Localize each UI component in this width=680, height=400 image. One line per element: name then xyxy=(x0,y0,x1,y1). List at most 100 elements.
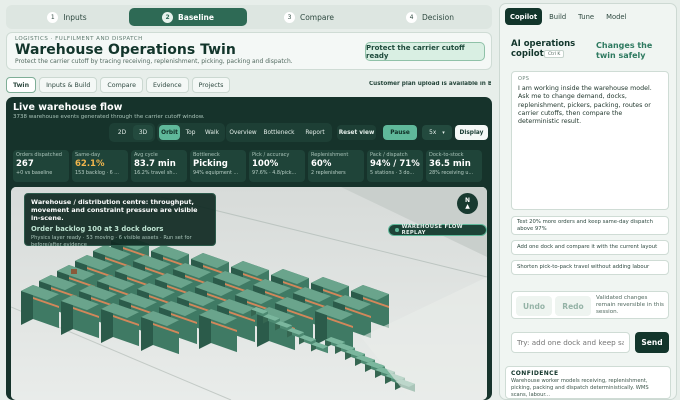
camera-walk-button[interactable]: Walk xyxy=(201,125,223,140)
tab-twin[interactable]: Twin xyxy=(6,77,37,93)
live-flow-panel: Live warehouse flow 3738 warehouse event… xyxy=(6,97,492,400)
metric-label: Bottleneck xyxy=(193,152,220,158)
page-header: LOGISTICS · FULFILMENT AND DISPATCH Ware… xyxy=(6,32,492,70)
undo-button[interactable]: Undo xyxy=(516,296,552,316)
chevron-down-icon: ▾ xyxy=(442,129,445,136)
workflow-stepper: 1 Inputs 2 Baseline 3 Compare 4 Decision xyxy=(6,5,492,29)
reset-view-button[interactable]: Reset view xyxy=(337,125,376,140)
metric-sub: 16.2% travel sh... xyxy=(134,170,178,176)
copilot-input[interactable] xyxy=(511,332,630,353)
pause-button[interactable]: Pause xyxy=(383,125,417,140)
metric-value: 94% / 71% xyxy=(370,159,420,169)
step-inputs[interactable]: 1 Inputs xyxy=(8,8,126,26)
rail-tab-model[interactable]: Model xyxy=(601,8,631,25)
suggestion-chip[interactable]: Shorten pick-to-pack travel without addi… xyxy=(511,260,669,275)
metric-sub: 28% receiving u... xyxy=(429,170,474,176)
rail-tab-tune[interactable]: Tune xyxy=(573,8,599,25)
flow-subtitle: 3738 warehouse events generated through … xyxy=(13,114,205,120)
replay-label: WAREHOUSE FLOW REPLAY xyxy=(401,224,463,236)
chat-text: I am working inside the warehouse model.… xyxy=(518,85,652,126)
undo-redo-bar: Undo Redo Validated changes remain rever… xyxy=(511,291,669,319)
metric-value: 83.7 min xyxy=(134,159,176,169)
view-2d-button[interactable]: 2D xyxy=(112,125,132,140)
main-tabs: Twin Inputs & Build Compare Evidence Pro… xyxy=(6,77,231,93)
tab-projects[interactable]: Projects xyxy=(191,77,231,93)
compass-button[interactable]: N ▲ xyxy=(457,193,478,214)
metric-sub: +0 vs baseline xyxy=(16,170,53,176)
metric-card: Pick / accuracy 100% 97.6% · 4.8/pick... xyxy=(249,150,305,182)
step-number: 4 xyxy=(406,11,418,23)
metric-sub: 153 backlog · 6 ... xyxy=(75,170,119,176)
step-number: 3 xyxy=(283,11,295,23)
metric-value: 36.5 min xyxy=(429,159,471,169)
flow-title: Live warehouse flow xyxy=(13,102,123,113)
metric-label: Pack / dispatch xyxy=(370,152,408,158)
metric-value: 60% xyxy=(311,159,332,169)
shortcut-hint: Ctrl K xyxy=(544,50,565,58)
confidence-title: CONFIDENCE xyxy=(511,370,559,377)
step-decision[interactable]: 4 Decision xyxy=(371,8,489,26)
metric-card: Avg cycle 83.7 min 16.2% travel sh... xyxy=(131,150,187,182)
suggestion-chip[interactable]: Add one dock and compare it with the cur… xyxy=(511,240,669,255)
metric-label: Dock-to-stock xyxy=(429,152,464,158)
warehouse-3d-scene[interactable]: Warehouse / distribution centre: through… xyxy=(11,187,487,400)
step-compare[interactable]: 3 Compare xyxy=(250,8,368,26)
camera-orbit-button[interactable]: Orbit xyxy=(159,125,180,140)
speed-value: 5x xyxy=(429,129,437,136)
metric-label: Same-day xyxy=(75,152,101,158)
step-label: Compare xyxy=(299,12,335,22)
page-subtitle: Protect the carrier cutoff by tracing re… xyxy=(15,58,293,65)
metric-value: Picking xyxy=(193,159,228,169)
metric-label: Orders dispatched xyxy=(16,152,62,158)
chat-message: OPS I am working inside the warehouse mo… xyxy=(511,71,669,210)
metric-sub: 2 replenishers xyxy=(311,170,346,176)
step-label: Baseline xyxy=(178,12,214,22)
metric-card: Replenishment 60% 2 replenishers xyxy=(308,150,364,182)
confidence-body: Warehouse worker models receiving, reple… xyxy=(511,378,649,398)
flow-replay-badge[interactable]: WAREHOUSE FLOW REPLAY xyxy=(388,224,487,236)
tab-compare[interactable]: Compare xyxy=(100,77,143,93)
upload-note: Customer plan upload is available in Bu.… xyxy=(369,81,491,87)
protect-cutoff-button[interactable]: Protect the carrier cutoff ready xyxy=(365,42,485,61)
step-label: Decision xyxy=(422,12,454,22)
copilot-rail: Copilot Build Tune Model AI operations c… xyxy=(499,3,677,400)
step-baseline[interactable]: 2 Baseline xyxy=(129,8,247,26)
overlay-detail: Physics layer ready · 53 moving · 6 visi… xyxy=(31,235,192,248)
bottleneck-button[interactable]: Bottleneck xyxy=(260,125,298,140)
scene-info-overlay: Warehouse / distribution centre: through… xyxy=(24,193,216,248)
metric-label: Avg cycle xyxy=(134,152,158,158)
tab-inputs-build[interactable]: Inputs & Build xyxy=(39,77,98,93)
undo-note: Validated changes remain reversible in t… xyxy=(596,295,664,315)
overview-button[interactable]: Overview xyxy=(228,125,258,140)
overlay-stat: Order backlog 100 at 3 dock doors xyxy=(31,225,164,233)
metric-card: Same-day 62.1% 153 backlog · 6 ... xyxy=(72,150,128,182)
step-label: Inputs xyxy=(63,12,87,22)
rail-tab-copilot[interactable]: Copilot xyxy=(505,8,543,25)
replay-dot-icon xyxy=(395,228,399,232)
camera-top-button[interactable]: Top xyxy=(181,125,200,140)
send-button[interactable]: Send xyxy=(635,332,669,353)
report-button[interactable]: Report xyxy=(300,125,330,140)
rail-tabs: Copilot Build Tune Model xyxy=(505,8,632,25)
compass-arrow-icon: ▲ xyxy=(465,202,470,210)
metric-card: Bottleneck Picking 94% equipment ... xyxy=(190,150,246,182)
chat-role: OPS xyxy=(518,76,530,82)
suggestion-chip[interactable]: Test 20% more orders and keep same-day d… xyxy=(511,216,669,235)
view-3d-button[interactable]: 3D xyxy=(133,125,153,140)
metric-sub: 5 stations · 3 do... xyxy=(370,170,415,176)
metric-value: 100% xyxy=(252,159,279,169)
metric-label: Replenishment xyxy=(311,152,349,158)
rail-tab-build[interactable]: Build xyxy=(544,8,571,25)
step-number: 2 xyxy=(162,11,174,23)
metric-value: 62.1% xyxy=(75,159,105,169)
metric-label: Pick / accuracy xyxy=(252,152,290,158)
step-number: 1 xyxy=(47,11,59,23)
metric-sub: 97.6% · 4.8/pick... xyxy=(252,170,297,176)
confidence-panel: CONFIDENCE Warehouse worker models recei… xyxy=(505,366,671,399)
display-button[interactable]: Display xyxy=(455,125,488,140)
redo-button[interactable]: Redo xyxy=(555,296,591,316)
metric-card: Orders dispatched 267 +0 vs baseline xyxy=(13,150,69,182)
tab-evidence[interactable]: Evidence xyxy=(145,77,189,93)
speed-select[interactable]: 5x ▾ xyxy=(422,125,452,140)
overlay-title: Warehouse / distribution centre: through… xyxy=(31,198,198,222)
